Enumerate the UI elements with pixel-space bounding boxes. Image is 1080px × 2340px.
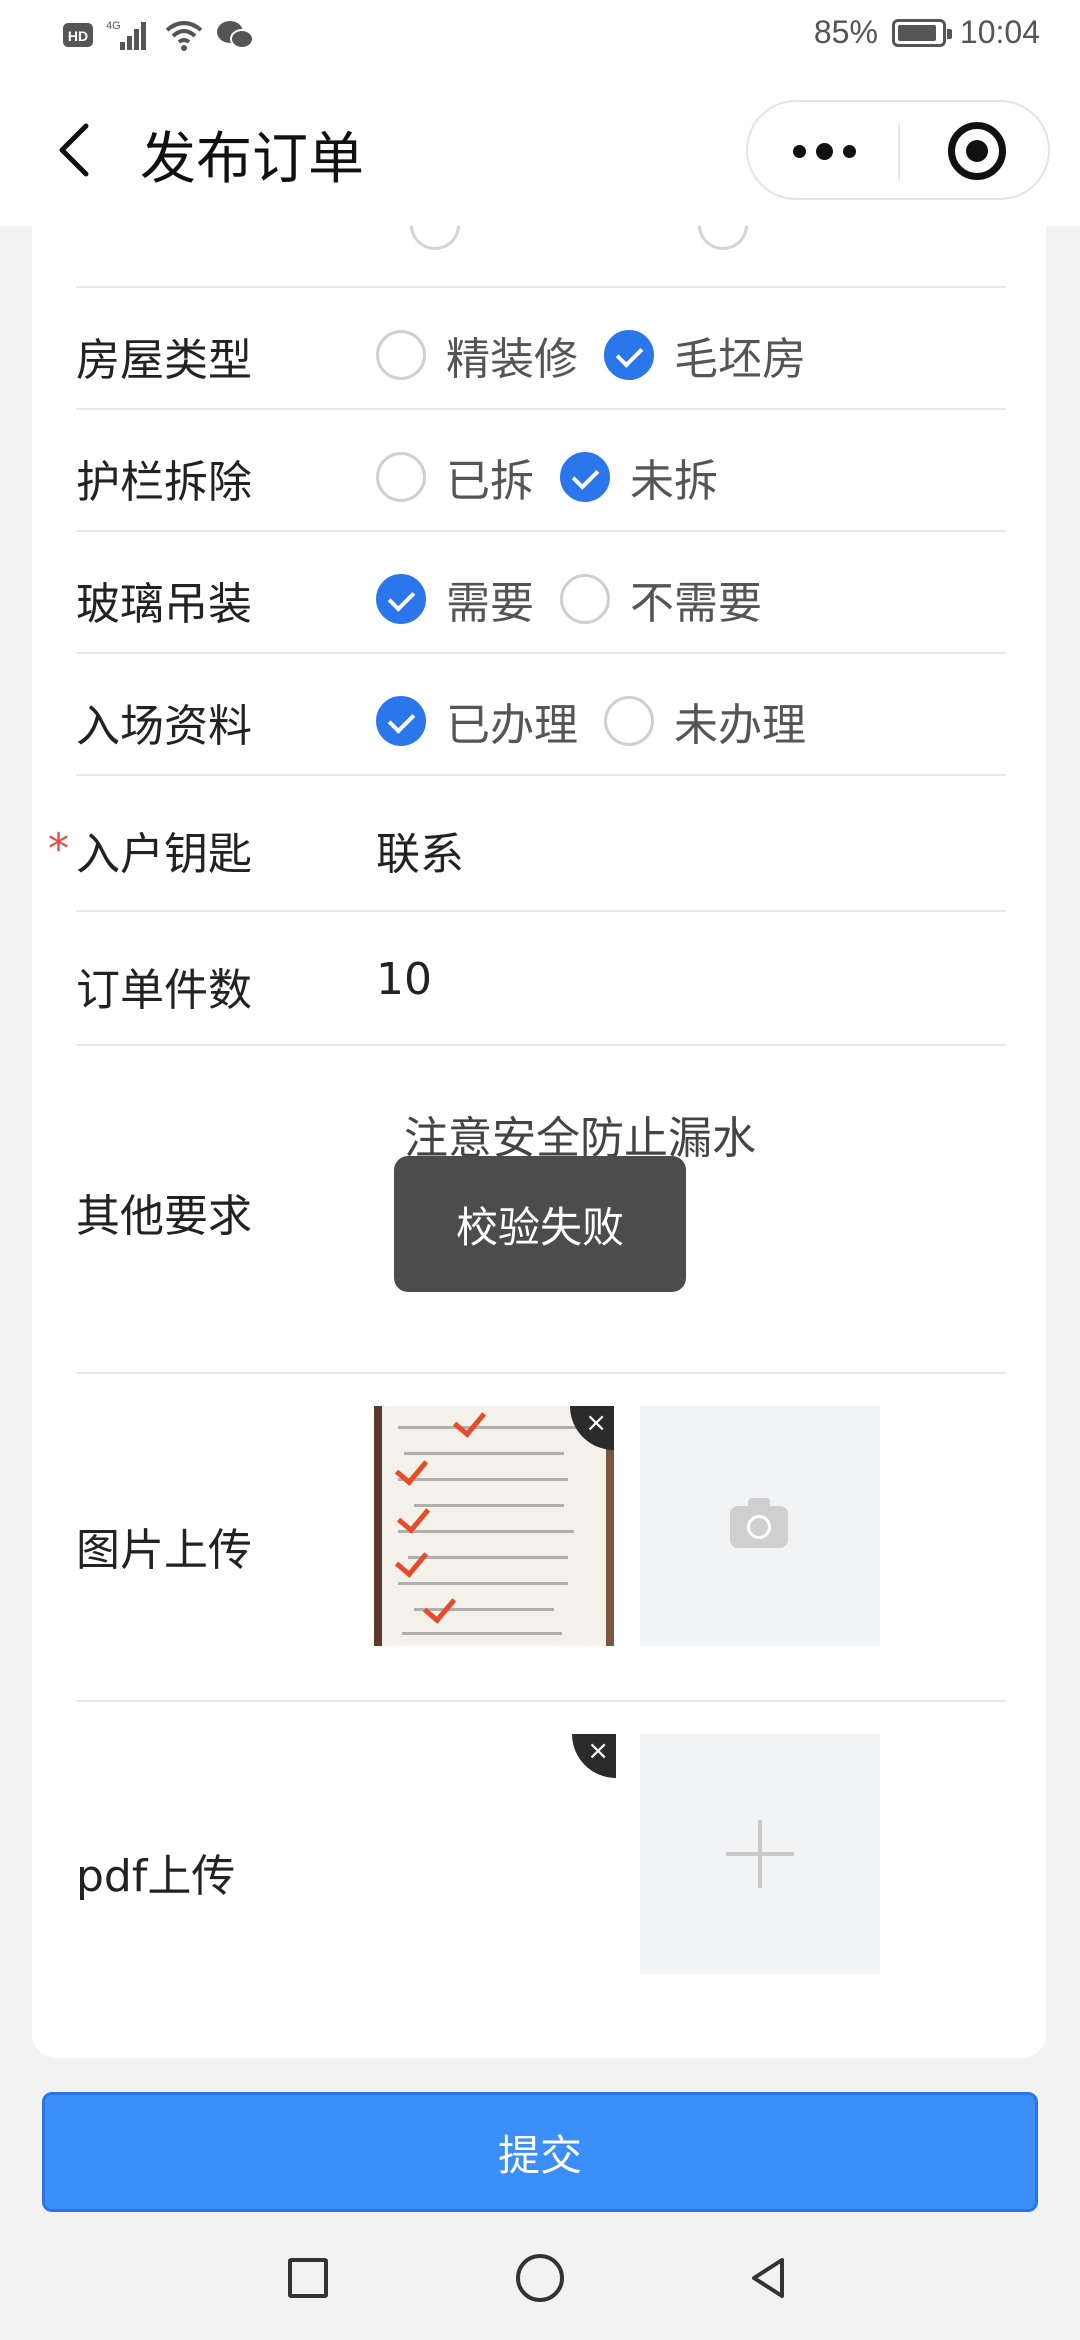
camera-icon bbox=[730, 1498, 788, 1548]
option-processed[interactable]: 已办理 bbox=[376, 689, 578, 753]
radio-button[interactable] bbox=[410, 226, 460, 250]
back-arrow-icon[interactable] bbox=[48, 120, 108, 180]
option-fine-decoration[interactable]: 精装修 bbox=[376, 323, 578, 387]
option-rough-house[interactable]: 毛坯房 bbox=[604, 323, 806, 387]
radio-button[interactable] bbox=[376, 452, 426, 502]
signal-icon: 4G bbox=[106, 20, 146, 50]
row-label: 其他要求 bbox=[76, 1191, 252, 1242]
radio-button[interactable] bbox=[604, 696, 654, 746]
option-label: 已办理 bbox=[446, 700, 578, 751]
row-pdf-upload: pdf上传 × bbox=[76, 1702, 1006, 2032]
add-photo-button[interactable] bbox=[640, 1406, 880, 1646]
radio-button[interactable] bbox=[560, 574, 610, 624]
svg-text:4G: 4G bbox=[106, 20, 121, 32]
option-not-needed[interactable]: 不需要 bbox=[560, 567, 762, 631]
option-label: 需要 bbox=[446, 578, 534, 629]
add-pdf-button[interactable] bbox=[640, 1734, 880, 1974]
option-label: 不需要 bbox=[630, 578, 762, 629]
radio-button[interactable] bbox=[376, 330, 426, 380]
row-railing: 护栏拆除 已拆 未拆 bbox=[76, 410, 1006, 532]
quantity-input[interactable]: 10 bbox=[376, 954, 432, 1005]
radio-group-house-type: 精装修 毛坯房 bbox=[376, 323, 832, 387]
back-triangle-icon[interactable] bbox=[746, 2254, 794, 2302]
uploaded-image-thumbnail[interactable]: × bbox=[374, 1406, 614, 1646]
submit-button[interactable]: 提交 bbox=[42, 2092, 1038, 2212]
option-removed[interactable]: 已拆 bbox=[376, 445, 534, 509]
option-label: 未拆 bbox=[630, 456, 718, 507]
option-needed[interactable]: 需要 bbox=[376, 567, 534, 631]
clock: 10:04 bbox=[959, 14, 1040, 50]
scrolled-row bbox=[76, 226, 1006, 288]
option-label: 毛坯房 bbox=[674, 334, 806, 385]
option-label: 精装修 bbox=[446, 334, 578, 385]
option-label: 未办理 bbox=[674, 700, 806, 751]
row-label: 护栏拆除 bbox=[76, 457, 252, 508]
row-key: * 入户钥匙 联系 bbox=[48, 776, 1006, 912]
close-icon: × bbox=[587, 1736, 609, 1766]
battery-icon bbox=[891, 18, 952, 47]
wechat-icon bbox=[217, 21, 254, 49]
radio-button-checked[interactable] bbox=[560, 452, 610, 502]
wifi-icon bbox=[165, 21, 203, 51]
row-label: pdf上传 bbox=[76, 1851, 236, 1902]
row-label: 房屋类型 bbox=[76, 335, 252, 386]
row-label: 玻璃吊装 bbox=[76, 579, 252, 630]
radio-group-glass: 需要 不需要 bbox=[376, 567, 788, 631]
radio-group-railing: 已拆 未拆 bbox=[376, 445, 744, 509]
row-entry-docs: 入场资料 已办理 未办理 bbox=[76, 654, 1006, 776]
home-icon[interactable] bbox=[516, 2254, 564, 2302]
hd-icon: HD bbox=[63, 23, 93, 47]
close-icon: × bbox=[585, 1408, 607, 1438]
page-title: 发布订单 bbox=[140, 127, 364, 192]
row-image-upload: 图片上传 × bbox=[76, 1374, 1006, 1702]
option-label: 已拆 bbox=[446, 456, 534, 507]
status-right: 85% 10:04 bbox=[814, 14, 1040, 51]
status-icons: HD 4G bbox=[62, 18, 254, 52]
row-label: 订单件数 bbox=[76, 965, 252, 1016]
radio-group-entry-docs: 已办理 未办理 bbox=[376, 689, 832, 753]
radio-button-checked[interactable] bbox=[376, 574, 426, 624]
option-unprocessed[interactable]: 未办理 bbox=[604, 689, 806, 753]
row-glass: 玻璃吊装 需要 不需要 bbox=[76, 532, 1006, 654]
radio-button-checked[interactable] bbox=[376, 696, 426, 746]
row-quantity: 订单件数 10 bbox=[76, 912, 1006, 1046]
option-not-removed[interactable]: 未拆 bbox=[560, 445, 718, 509]
row-label: 图片上传 bbox=[76, 1525, 252, 1576]
more-icon[interactable] bbox=[784, 126, 864, 176]
recent-apps-icon[interactable] bbox=[288, 2258, 328, 2298]
radio-button[interactable] bbox=[698, 226, 748, 250]
battery-percent: 85% bbox=[813, 14, 878, 50]
error-toast: 校验失败 bbox=[394, 1156, 686, 1292]
svg-text:HD: HD bbox=[68, 28, 88, 44]
close-miniprogram-icon[interactable] bbox=[948, 122, 1006, 180]
capsule-divider bbox=[898, 124, 900, 180]
row-label: 入户钥匙 bbox=[76, 829, 252, 880]
required-mark: * bbox=[48, 824, 69, 873]
nav-bar: 发布订单 bbox=[0, 76, 1080, 226]
key-input[interactable]: 联系 bbox=[376, 818, 464, 882]
status-bar: HD 4G 85% 10:04 bbox=[0, 0, 1080, 76]
system-nav-bar bbox=[0, 2224, 1080, 2340]
delete-pdf-button[interactable]: × bbox=[572, 1734, 616, 1778]
row-label: 入场资料 bbox=[76, 701, 252, 752]
miniprogram-capsule bbox=[746, 100, 1050, 200]
radio-button-checked[interactable] bbox=[604, 330, 654, 380]
row-house-type: 房屋类型 精装修 毛坯房 bbox=[76, 288, 1006, 410]
form-card: 房屋类型 精装修 毛坯房 护栏拆除 已拆 未拆 玻璃吊装 需要 不需要 入场资料… bbox=[32, 226, 1046, 2058]
